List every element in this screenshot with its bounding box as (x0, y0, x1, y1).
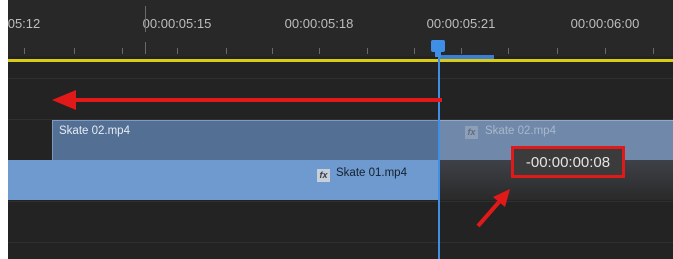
track-divider (8, 201, 673, 202)
time-ruler[interactable]: 05:12 00:00:05:15 00:00:05:18 00:00:05:2… (8, 0, 673, 56)
playhead-line (438, 52, 440, 259)
ruler-minor-tick (653, 48, 654, 54)
clip-label: Skate 02.mp4 (485, 125, 556, 137)
ruler-minor-tick (414, 48, 415, 54)
ruler-minor-tick (367, 48, 368, 54)
clip-label: Skate 01.mp4 (336, 167, 407, 179)
playhead-icon[interactable] (431, 40, 445, 52)
trim-offset-readout: -00:00:00:08 (511, 146, 625, 178)
fx-icon: fx (317, 169, 330, 182)
ruler-minor-tick (508, 48, 509, 54)
ruler-minor-tick (605, 48, 606, 54)
ruler-timecode: 00:00:05:18 (284, 16, 354, 31)
ruler-timecode: 00:00:05:21 (426, 16, 496, 31)
ruler-timecode: 05:12 (8, 16, 41, 31)
clip-skate-02[interactable]: Skate 02.mp4 (52, 120, 439, 160)
trim-offset-value: -00:00:00:08 (525, 154, 611, 171)
timeline-panel: 05:12 00:00:05:15 00:00:05:18 00:00:05:2… (8, 0, 673, 259)
ruler-minor-tick (272, 48, 273, 54)
ruler-minor-tick (74, 48, 75, 54)
ruler-minor-tick (557, 48, 558, 54)
ruler-minor-tick (177, 48, 178, 54)
ruler-minor-tick (24, 48, 25, 54)
ruler-timecode: 00:00:06:00 (570, 16, 640, 31)
clip-label: Skate 02.mp4 (59, 125, 130, 137)
ruler-major-tick (145, 42, 146, 54)
ruler-timecode: 00:00:05:15 (142, 16, 212, 31)
track-divider (8, 78, 673, 79)
ruler-minor-tick (319, 48, 320, 54)
ruler-major-tick (145, 6, 146, 32)
track-divider (8, 242, 673, 243)
ruler-minor-tick (461, 48, 462, 54)
fx-icon: fx (465, 126, 478, 139)
ruler-minor-tick (122, 48, 123, 54)
ruler-minor-tick (226, 48, 227, 54)
clip-skate-01[interactable]: fx Skate 01.mp4 (8, 160, 439, 200)
work-area-bar[interactable] (8, 59, 673, 62)
